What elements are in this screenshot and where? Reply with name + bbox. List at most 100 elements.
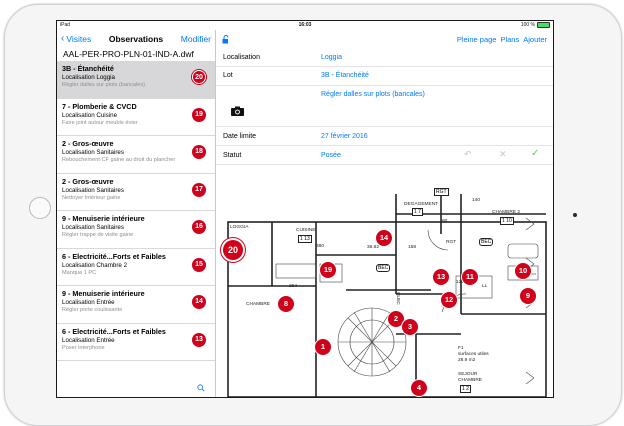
- item-number-badge: 13: [192, 332, 206, 347]
- item-description: Poser interphone: [62, 344, 105, 351]
- home-button[interactable]: [29, 197, 51, 219]
- plan-code-cuisine: 1 13: [298, 235, 312, 243]
- plan-label-sejour: SEJOUR: [458, 372, 478, 377]
- close-icon[interactable]: ✕: [499, 149, 507, 160]
- observation-pin[interactable]: 3: [402, 319, 418, 335]
- plan-dim-3662: 36.62: [367, 245, 380, 250]
- add-button[interactable]: Ajouter: [523, 35, 547, 44]
- plan-code-sejour: 1 2: [460, 385, 471, 393]
- due-date-row[interactable]: Date limite 27 février 2016: [216, 127, 553, 146]
- list-item[interactable]: 9 - Menuiserie intérieure Localisation E…: [57, 286, 215, 324]
- observation-pin[interactable]: 9: [520, 288, 536, 304]
- full-page-button[interactable]: Pleine page: [457, 35, 497, 44]
- plan-dim-264: 264: [289, 284, 298, 289]
- observation-pin[interactable]: 19: [320, 262, 336, 278]
- clock: 16:03: [298, 22, 312, 28]
- lot-row[interactable]: Lot 3B - Étanchéité: [216, 67, 553, 86]
- observation-pin[interactable]: 13: [433, 269, 449, 285]
- plan-label-cuisine: CUISINE: [296, 228, 316, 233]
- list-item[interactable]: 2 - Gros-œuvre Localisation Sanitaires R…: [57, 136, 215, 174]
- plan-label-bec: BEC: [376, 264, 391, 272]
- list-item[interactable]: 6 - Electricité...Forts et Faibles Local…: [57, 249, 215, 286]
- battery-status: 100 %: [521, 22, 550, 28]
- plan-label-chambre2: CHAMBRE 2: [492, 210, 520, 215]
- item-description: Régler trappe de visite gaine: [62, 232, 134, 238]
- list-item[interactable]: 6 - Electricité...Forts et Faibles Local…: [57, 324, 215, 361]
- plan-dim-140: 140: [472, 198, 481, 203]
- item-number-badge: 16: [192, 220, 206, 234]
- plan-dim-80: 80: [442, 219, 448, 224]
- search-icon[interactable]: [197, 384, 205, 392]
- unlock-icon[interactable]: [222, 35, 230, 44]
- description-row[interactable]: Régler dalles sur plots (bancales): [216, 86, 553, 127]
- item-title: 6 - Electricité...Forts et Faibles: [62, 251, 166, 261]
- file-name: AAL-PER-PRO-PLN-01-IND-A.dwf: [57, 48, 215, 62]
- floor-plan[interactable]: LOGGIA CUISINE 1 13 DEGAGEMENT 1 7 CHAMB…: [216, 184, 553, 397]
- lot-label: Lot: [223, 72, 233, 79]
- observation-pin[interactable]: 1: [315, 339, 331, 355]
- item-number-badge: 14: [192, 295, 206, 309]
- floor-plan-drawing: [227, 194, 547, 397]
- plan-dim-380: 380: [316, 244, 325, 249]
- detail-toolbar: Pleine page Plans Ajouter: [216, 30, 553, 50]
- observation-pin[interactable]: 4: [411, 380, 427, 396]
- item-title: 3B - Étanchéité: [62, 64, 114, 73]
- location-value[interactable]: Loggia: [321, 54, 342, 61]
- item-description: Nettoyer Intérieur gaine: [62, 194, 121, 201]
- plan-label-rgt: RGT: [434, 188, 449, 196]
- due-date-value[interactable]: 27 février 2016: [321, 133, 368, 140]
- item-number-badge: 18: [192, 145, 206, 159]
- plan-label-rgt2: RGT: [446, 240, 457, 245]
- observation-pin[interactable]: 11: [462, 269, 478, 285]
- screen: iPad 16:03 100 % ‹ Visites Observations …: [56, 20, 554, 398]
- item-description: Régler porte coulissante: [62, 307, 123, 313]
- observation-pin[interactable]: 10: [515, 263, 531, 279]
- plan-label-loggia: LOGGIA: [230, 225, 249, 230]
- list-item[interactable]: 2 - Gros-œuvre Localisation Sanitaires N…: [57, 174, 215, 211]
- status-bar: iPad 16:03 100 %: [57, 21, 553, 30]
- detail-pane: Pleine page Plans Ajouter Localisation L…: [216, 30, 553, 397]
- description-value[interactable]: Régler dalles sur plots (bancales): [321, 91, 425, 98]
- sidebar-nav: ‹ Visites Observations Modifier: [57, 30, 215, 48]
- due-date-label: Date limite: [223, 133, 257, 140]
- list-item[interactable]: 7 - Plomberie & CVCD Localisation Cuisin…: [57, 99, 215, 136]
- status-label: Statut: [223, 152, 242, 159]
- plans-button[interactable]: Plans: [500, 35, 519, 44]
- list-item[interactable]: 3B - Étanchéité Localisation Loggia Régl…: [57, 61, 215, 99]
- plan-label-surfaces: surfaces utiles: [458, 352, 489, 357]
- check-icon[interactable]: ✓: [531, 148, 539, 159]
- plan-label-area: 28.9 m2: [458, 358, 476, 363]
- camera-icon[interactable]: [231, 106, 244, 116]
- list-item[interactable]: 9 - Menuiserie intérieure Localisation S…: [57, 211, 215, 249]
- lot-value[interactable]: 3B - Étanchéité: [321, 72, 369, 79]
- item-description: Rebouchement CF gaine au droit du planch…: [62, 157, 176, 163]
- plan-label-elec: ELEC: [394, 292, 400, 305]
- observation-pin[interactable]: 12: [441, 292, 457, 308]
- location-row[interactable]: Localisation Loggia: [216, 49, 553, 67]
- observation-list: 3B - Étanchéité Localisation Loggia Régl…: [57, 61, 215, 361]
- battery-percent: 100 %: [520, 22, 535, 28]
- plan-code-chambre2: 1 10: [500, 217, 514, 225]
- plan-label-ll: LL: [482, 284, 488, 289]
- battery-icon: [537, 22, 550, 28]
- item-title: 2 - Gros-œuvre: [62, 139, 114, 148]
- item-title: 2 - Gros-œuvre: [62, 176, 114, 186]
- plan-code-degagement: 1 7: [412, 208, 423, 216]
- undo-icon[interactable]: ↶: [464, 149, 472, 160]
- observation-pin[interactable]: 20: [223, 240, 243, 260]
- plan-dim-158: 158: [408, 245, 417, 250]
- status-value[interactable]: Posée: [321, 152, 341, 159]
- item-number-badge: 20: [192, 70, 206, 84]
- status-row[interactable]: Statut Posée ↶ ✕ ✓: [216, 146, 553, 165]
- item-title: 9 - Menuiserie intérieure: [62, 289, 145, 298]
- observation-pin[interactable]: 14: [376, 230, 392, 246]
- item-description: Manque 1 PC: [62, 269, 97, 276]
- item-description: Faire joint autour meuble évier: [62, 119, 138, 126]
- item-number-badge: 17: [192, 182, 206, 197]
- item-number-badge: 15: [192, 257, 206, 272]
- observation-pin[interactable]: 8: [278, 296, 294, 312]
- location-label: Localisation: [223, 54, 260, 61]
- plan-label-bec2: BEC: [479, 238, 494, 246]
- edit-button[interactable]: Modifier: [181, 34, 211, 44]
- plan-label-sejour-chambre: CHAMBRE: [458, 378, 482, 383]
